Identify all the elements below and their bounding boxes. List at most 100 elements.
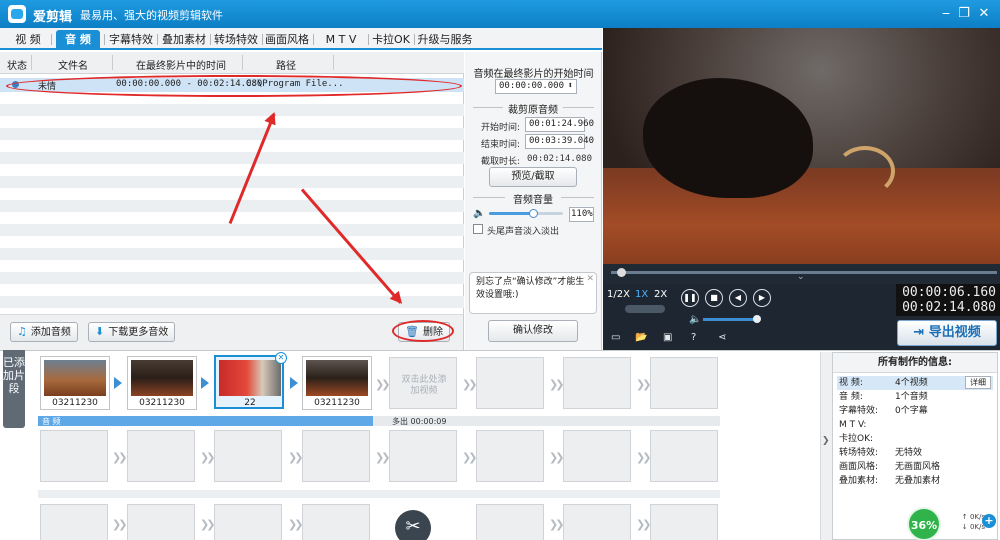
tab-subtitle-effects[interactable]: 字幕特效: [108, 30, 154, 49]
tab-audio[interactable]: 音 频: [56, 30, 100, 49]
empty-slot[interactable]: [389, 430, 457, 482]
tab-karaoke[interactable]: 卡拉OK: [370, 30, 412, 49]
empty-slot[interactable]: [214, 430, 282, 482]
tooltip-text: 别忘了点“确认修改”才能生效设置哦:): [476, 277, 585, 300]
rewind-icon[interactable]: ◀: [729, 289, 747, 307]
empty-slot[interactable]: [650, 430, 718, 482]
speed-2x[interactable]: 2X: [654, 289, 667, 300]
chevron-down-icon[interactable]: ⌄: [797, 272, 805, 282]
volume-slider[interactable]: [489, 212, 563, 215]
speed-1x[interactable]: 1X: [635, 289, 648, 300]
chevron-right-icon: ❯❯: [112, 518, 128, 531]
preview-crop-button[interactable]: 预览/截取: [489, 167, 577, 187]
crop-end-field[interactable]: 00:03:39.040: [525, 134, 594, 149]
folder-icon[interactable]: 📂: [635, 332, 647, 343]
empty-slot[interactable]: [302, 430, 370, 482]
forward-icon[interactable]: ▶: [753, 289, 771, 307]
col-divider: [242, 55, 243, 70]
tab-separator: [262, 34, 263, 45]
empty-slot[interactable]: [214, 504, 282, 540]
progress-knob[interactable]: [617, 268, 626, 277]
clip-card[interactable]: 03211230: [302, 356, 372, 410]
clip-card[interactable]: 03211230: [127, 356, 197, 410]
player-volume-slider[interactable]: [703, 318, 755, 321]
fade-checkbox[interactable]: [473, 224, 483, 234]
tab-overlay[interactable]: 叠加素材: [160, 30, 208, 49]
stop-icon[interactable]: ■: [705, 289, 723, 307]
speed-half[interactable]: 1/2X: [607, 289, 630, 300]
empty-slot[interactable]: [40, 430, 108, 482]
crop-start-field[interactable]: 00:01:24.960: [525, 117, 594, 132]
close-icon[interactable]: ✕: [586, 273, 594, 286]
info-value: 4个视频: [895, 378, 928, 388]
empty-slot[interactable]: [563, 430, 631, 482]
hd-icon[interactable]: ▭: [611, 332, 620, 343]
empty-slot[interactable]: [127, 504, 195, 540]
save-icon[interactable]: ▣: [663, 332, 672, 343]
cpu-badge[interactable]: 36%: [907, 507, 941, 540]
volume-value: 110%: [569, 207, 594, 222]
empty-slot[interactable]: [563, 504, 631, 540]
col-divider: [31, 55, 32, 70]
empty-slot[interactable]: [127, 430, 195, 482]
clip-card[interactable]: 03211230: [40, 356, 110, 410]
track-separator: [38, 490, 720, 498]
plus-icon[interactable]: +: [982, 514, 996, 528]
tab-mtv[interactable]: M T V: [316, 30, 366, 49]
tab-transitions[interactable]: 转场特效: [212, 30, 260, 49]
video-progress[interactable]: ⌄: [603, 264, 1000, 284]
speed-slider[interactable]: [625, 305, 665, 313]
download-more-button[interactable]: ⬇ 下载更多音效: [88, 322, 176, 342]
share-icon[interactable]: ⋖: [718, 332, 726, 343]
tab-separator: [210, 34, 211, 45]
tab-upgrade-service[interactable]: 升级与服务: [417, 30, 473, 49]
maximize-icon[interactable]: ❐: [954, 4, 974, 24]
info-panel-toggle[interactable]: ❯: [820, 352, 832, 540]
red-highlight-ellipse: [392, 320, 454, 342]
chevron-right-icon: ❯❯: [636, 518, 652, 531]
pause-icon[interactable]: ❚❚: [681, 289, 699, 307]
empty-slot[interactable]: [563, 357, 631, 409]
list-stripe: [0, 152, 464, 164]
empty-slot[interactable]: [476, 357, 544, 409]
chevron-right-icon: ❯: [822, 436, 830, 446]
clip-card-selected[interactable]: 22 ✕: [214, 352, 287, 409]
close-icon[interactable]: ✕: [974, 4, 994, 24]
list-stripe: [0, 176, 464, 188]
info-key: 画面风格:: [839, 462, 879, 472]
info-value: 无特效: [895, 448, 923, 458]
player-volume-knob[interactable]: [753, 315, 761, 323]
add-audio-button[interactable]: ♫ 添加音频: [10, 322, 78, 342]
empty-slot[interactable]: [40, 504, 108, 540]
clip-label: 03211230: [314, 398, 360, 408]
export-video-button[interactable]: ⇥ 导出视频: [897, 320, 997, 346]
tab-picture-style[interactable]: 画面风格: [264, 30, 310, 49]
arrow-right-icon: [114, 377, 122, 389]
export-label: 导出视频: [928, 325, 981, 340]
empty-slot[interactable]: [476, 430, 544, 482]
info-row-audio: 音 频: 1个音频: [837, 390, 993, 404]
empty-slot[interactable]: [650, 357, 718, 409]
empty-slot[interactable]: [302, 504, 370, 540]
scissors-icon[interactable]: ✂: [395, 510, 431, 540]
remove-clip-icon[interactable]: ✕: [275, 352, 287, 364]
video-preview[interactable]: [603, 28, 1000, 264]
added-clips-tab[interactable]: 已添加片段: [3, 350, 25, 428]
empty-slot[interactable]: [476, 504, 544, 540]
add-video-slot[interactable]: 双击此处添加视频: [389, 357, 457, 409]
minimize-icon[interactable]: ‒: [936, 4, 956, 24]
empty-slot[interactable]: [650, 504, 718, 540]
audio-track-label: 音 频: [42, 417, 61, 426]
audio-extra-label: 多出 00:00:09: [392, 417, 447, 426]
spin-icon[interactable]: ⬍: [568, 80, 573, 93]
confirm-button[interactable]: 确认修改: [488, 320, 578, 342]
volume-slider-knob[interactable]: [529, 209, 538, 218]
help-icon[interactable]: ?: [691, 332, 696, 343]
chevron-right-icon: ❯❯: [462, 378, 478, 391]
info-title: 所有制作的信息:: [833, 353, 997, 373]
detail-button[interactable]: 详细: [965, 376, 991, 389]
start-time-field[interactable]: 00:00:00.000 ⬍: [495, 79, 577, 94]
col-status: 状态: [7, 61, 27, 72]
audio-track[interactable]: 音 频 多出 00:00:09: [38, 416, 720, 426]
tab-video[interactable]: 视 频: [8, 30, 48, 49]
